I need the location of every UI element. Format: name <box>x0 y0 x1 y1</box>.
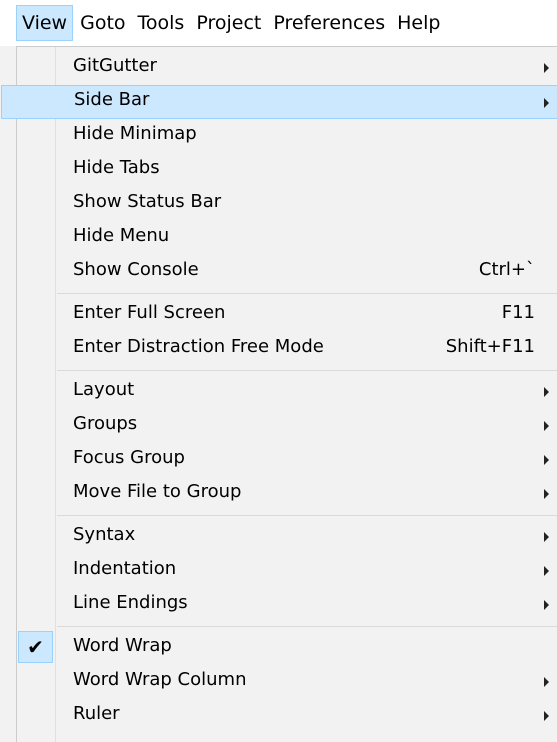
menu-item-label: Enter Distraction Free Mode <box>73 336 324 357</box>
menu-item-label: Move File to Group <box>73 481 242 502</box>
view-dropdown-menu: GitGutter Side Bar Hide Minimap Hide Tabs Sh… <box>1 46 557 742</box>
chevron-right-icon <box>544 489 549 499</box>
menu-item-side-bar[interactable]: Side Bar <box>1 85 557 119</box>
menu-view[interactable]: View <box>16 5 74 41</box>
menu-item-label: Layout <box>73 379 135 400</box>
menu-item-label: Side Bar <box>74 89 150 110</box>
menu-item-label: Enter Full Screen <box>73 302 226 323</box>
menu-project[interactable]: Project <box>191 5 266 41</box>
menu-item-label: Word Wrap Column <box>73 669 247 690</box>
chevron-right-icon <box>544 387 549 397</box>
menu-items: GitGutter Side Bar Hide Minimap Hide Tabs Sh… <box>1 51 557 733</box>
menu-item-label: Line Endings <box>73 592 188 613</box>
menu-item-label: Hide Menu <box>73 225 170 246</box>
chevron-right-icon <box>544 532 549 542</box>
menu-item-label: Word Wrap <box>73 635 172 656</box>
menu-item-line-endings[interactable]: Line Endings <box>17 588 557 622</box>
menu-help[interactable]: Help <box>392 5 445 41</box>
menu-item-word-wrap-column[interactable]: Word Wrap Column <box>17 665 557 699</box>
menu-item-indentation[interactable]: Indentation <box>17 554 557 588</box>
menu-item-shortcut: Shift+F11 <box>445 336 535 357</box>
menu-item-label: Indentation <box>73 558 177 579</box>
menu-bar: View Goto Tools Project Preferences Help <box>0 0 557 46</box>
menu-item-label: Hide Tabs <box>73 157 160 178</box>
menu-item-label: Show Console <box>73 259 199 280</box>
menu-item-shortcut: F11 <box>501 302 535 323</box>
chevron-right-icon <box>544 566 549 576</box>
chevron-right-icon <box>544 677 549 687</box>
chevron-right-icon <box>544 455 549 465</box>
menu-item-show-status-bar[interactable]: Show Status Bar <box>17 187 557 221</box>
menu-item-word-wrap[interactable]: ✔ Word Wrap <box>17 631 557 665</box>
menu-item-enter-full-screen[interactable]: Enter Full Screen F11 <box>17 298 557 332</box>
menu-item-move-file-to-group[interactable]: Move File to Group <box>17 477 557 511</box>
checkmark-icon: ✔ <box>18 631 53 663</box>
menu-item-focus-group[interactable]: Focus Group <box>17 443 557 477</box>
menu-item-enter-distraction-free-mode[interactable]: Enter Distraction Free Mode Shift+F11 <box>17 332 557 366</box>
menu-item-label: Hide Minimap <box>73 123 197 144</box>
menu-item-label: GitGutter <box>73 55 157 76</box>
menu-item-label: Syntax <box>73 524 136 545</box>
menu-separator <box>17 622 557 631</box>
menu-item-label: Focus Group <box>73 447 185 468</box>
chevron-right-icon <box>544 63 549 73</box>
menu-item-hide-tabs[interactable]: Hide Tabs <box>17 153 557 187</box>
chevron-right-icon <box>544 421 549 431</box>
chevron-right-icon <box>544 98 549 108</box>
menu-item-label: Show Status Bar <box>73 191 222 212</box>
menu-separator <box>17 511 557 520</box>
menu-item-label: Groups <box>73 413 138 434</box>
menu-item-syntax[interactable]: Syntax <box>17 520 557 554</box>
menu-item-gitgutter[interactable]: GitGutter <box>17 51 557 85</box>
menu-item-ruler[interactable]: Ruler <box>17 699 557 733</box>
chevron-right-icon <box>544 711 549 721</box>
menu-item-hide-menu[interactable]: Hide Menu <box>17 221 557 255</box>
menu-separator <box>17 366 557 375</box>
menu-item-shortcut: Ctrl+` <box>478 259 535 280</box>
chevron-right-icon <box>544 600 549 610</box>
menu-item-show-console[interactable]: Show Console Ctrl+` <box>17 255 557 289</box>
menu-item-label: Ruler <box>73 703 120 724</box>
menu-goto[interactable]: Goto <box>75 5 130 41</box>
menu-tools[interactable]: Tools <box>133 5 190 41</box>
menu-item-layout[interactable]: Layout <box>17 375 557 409</box>
menu-separator <box>17 289 557 298</box>
menu-item-hide-minimap[interactable]: Hide Minimap <box>17 119 557 153</box>
menu-item-groups[interactable]: Groups <box>17 409 557 443</box>
menu-preferences[interactable]: Preferences <box>268 5 390 41</box>
app-window: View Goto Tools Project Preferences Help… <box>0 0 557 742</box>
